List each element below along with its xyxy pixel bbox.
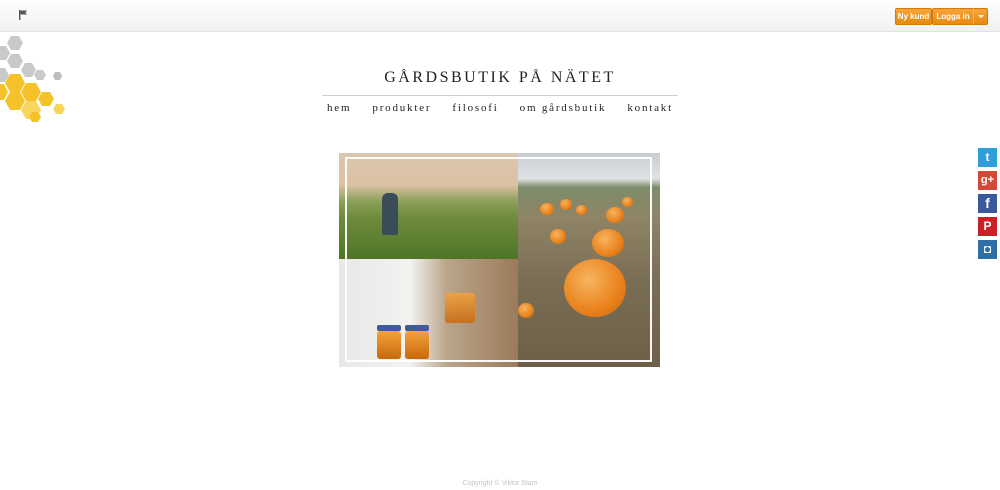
nav-item-produkter[interactable]: produkter — [367, 102, 436, 114]
instagram-icon[interactable]: ◘ — [978, 240, 997, 259]
honeycomb-logo — [0, 36, 65, 122]
nav-item-filosofi[interactable]: filosofi — [447, 102, 503, 114]
hero-photo-collage — [339, 153, 660, 367]
new-customer-button[interactable]: Ny kund — [895, 8, 932, 25]
nav-item-om-gardsbutik[interactable]: om gårdsbutik — [515, 102, 612, 114]
login-button[interactable]: Logga in — [932, 8, 974, 25]
pinterest-icon[interactable]: P — [978, 217, 997, 236]
login-dropdown-toggle[interactable] — [973, 8, 988, 25]
facebook-icon[interactable]: f — [978, 194, 997, 213]
twitter-icon[interactable]: t — [978, 148, 997, 167]
flag-icon[interactable] — [19, 10, 28, 20]
title-divider — [322, 95, 678, 96]
google-plus-icon[interactable]: g+ — [978, 171, 997, 190]
site-title[interactable]: GÅRDSBUTIK PÅ NÄTET — [322, 69, 678, 87]
nav-item-kontakt[interactable]: kontakt — [622, 102, 678, 114]
footer-copyright: Copyright © Viktor Stam — [462, 480, 538, 487]
chevron-down-icon — [977, 15, 984, 18]
top-bar: Ny kund Logga in — [0, 0, 1000, 32]
nav-item-hem[interactable]: hem — [322, 102, 356, 114]
collage-frame — [345, 157, 652, 362]
main-nav: hem produkter filosofi om gårdsbutik kon… — [322, 102, 678, 114]
